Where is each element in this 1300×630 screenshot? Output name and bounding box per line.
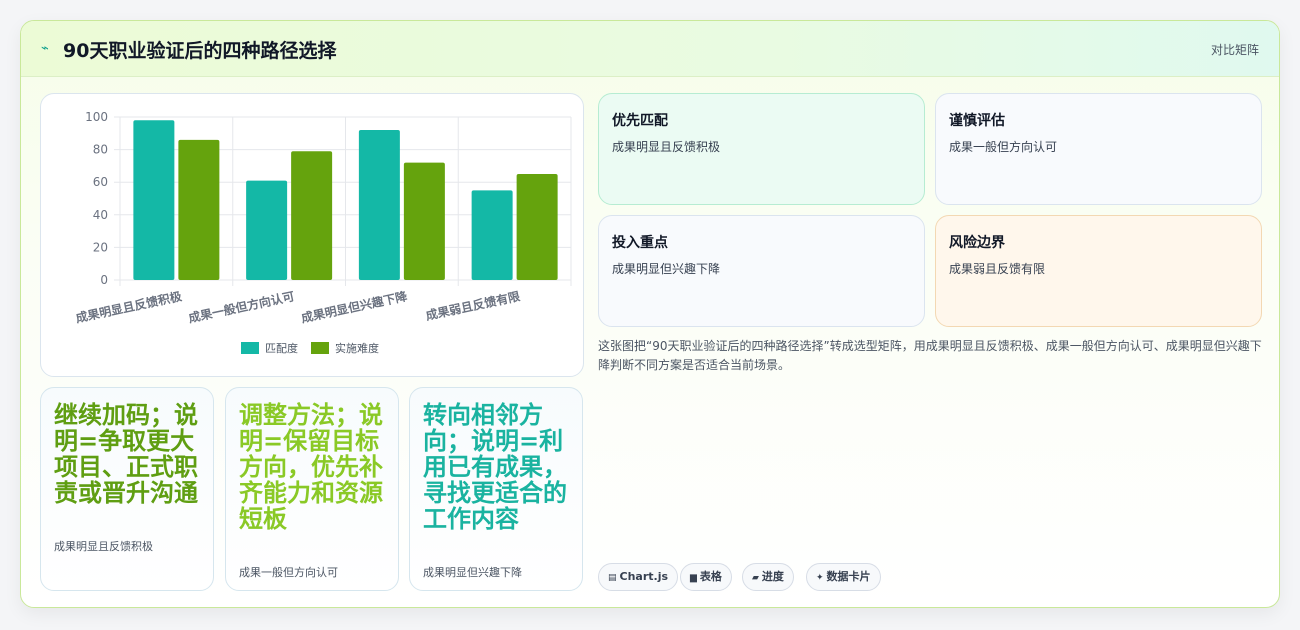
stat-card-continue: 继续加码；说明=争取更大项目、正式职责或晋升沟通 成果明显且反馈积极 bbox=[40, 387, 214, 591]
bar-match bbox=[246, 180, 288, 280]
chip-label: 数据卡片 bbox=[826, 570, 871, 583]
chip-chartjs[interactable]: ▤ Chart.js bbox=[598, 563, 679, 591]
bar-match bbox=[471, 190, 513, 280]
y-tick-label: 20 bbox=[93, 240, 108, 254]
progress-icon: ▰ bbox=[752, 573, 759, 583]
lightning-icon: ⌁ bbox=[41, 41, 49, 56]
legend-swatch bbox=[311, 342, 329, 354]
table-icon: ▆ bbox=[690, 573, 697, 583]
y-tick-label: 80 bbox=[93, 143, 108, 157]
quadrant-invest-focus[interactable]: 投入重点 成果明显但兴趣下降 bbox=[598, 215, 925, 327]
quadrant-desc: 成果弱且反馈有限 bbox=[949, 262, 1046, 276]
stat-card-adjust: 调整方法；说明=保留目标方向，优先补齐能力和资源短板 成果一般但方向认可 bbox=[225, 387, 399, 591]
chip-data-card[interactable]: ✦ 数据卡片 bbox=[806, 563, 881, 591]
bar-match bbox=[358, 130, 400, 280]
stat-value: 转向相邻方向；说明=利用已有成果，寻找更适合的工作内容 bbox=[423, 401, 567, 533]
bar-difficulty bbox=[403, 162, 445, 280]
bar-chart-svg: 0 20 40 60 80 100 成果明显且反馈积极 成果一般但方向认可 成果明显但兴趣下降成… bbox=[74, 110, 572, 355]
main-card: ⌁ 90天职业验证后的四种路径选择 对比矩阵 0 20 40 60 80 100 成果明显且… bbox=[20, 20, 1280, 608]
bar-difficulty bbox=[516, 174, 558, 280]
quadrant-title: 投入重点 bbox=[612, 235, 668, 251]
bar-difficulty bbox=[178, 139, 220, 280]
y-tick-label: 60 bbox=[93, 175, 108, 189]
quadrant-desc: 成果明显且反馈积极 bbox=[612, 140, 721, 154]
chip-label: 表格 bbox=[699, 570, 722, 583]
stat-label: 成果明显且反馈积极 bbox=[54, 540, 153, 553]
quadrant-priority-match[interactable]: 优先匹配 成果明显且反馈积极 bbox=[598, 93, 925, 205]
chip-progress[interactable]: ▰ 进度 bbox=[742, 563, 794, 591]
quadrant-title: 风险边界 bbox=[949, 235, 1005, 251]
stat-label: 成果明显但兴趣下降 bbox=[423, 566, 522, 579]
stat-value: 调整方法；说明=保留目标方向，优先补齐能力和资源短板 bbox=[239, 401, 383, 533]
sparkle-icon: ✦ bbox=[816, 573, 824, 583]
x-tick-label: 成果弱且反馈有限 bbox=[424, 288, 521, 323]
quadrant-desc: 成果一般但方向认可 bbox=[949, 140, 1058, 154]
legend-label: 实施难度 bbox=[335, 341, 379, 355]
quadrant-title: 谨慎评估 bbox=[949, 113, 1005, 129]
bar-match bbox=[133, 120, 175, 280]
chip-label: Chart.js bbox=[619, 570, 669, 583]
quadrant-title: 优先匹配 bbox=[612, 113, 668, 129]
compare-matrix-link[interactable]: 对比矩阵 bbox=[1211, 41, 1259, 58]
page-title: 90天职业验证后的四种路径选择 bbox=[63, 40, 337, 62]
legend-swatch bbox=[241, 342, 259, 354]
chip-label: 进度 bbox=[761, 570, 784, 583]
y-tick-label: 100 bbox=[85, 110, 108, 124]
chart-description: 这张图把“90天职业验证后的四种路径选择”转成选型矩阵，用成果明显且反馈积极、成… bbox=[598, 339, 1262, 372]
stat-card-pivot: 转向相邻方向；说明=利用已有成果，寻找更适合的工作内容 成果明显但兴趣下降 bbox=[409, 387, 583, 591]
bar-chart: 0 20 40 60 80 100 成果明显且反馈积极 成果一般但方向认可 成果明显但兴趣下降成… bbox=[40, 93, 584, 377]
x-tick-label: 成果明显且反馈积极 bbox=[74, 288, 184, 325]
quadrant-risk-boundary[interactable]: 风险边界 成果弱且反馈有限 bbox=[935, 215, 1262, 327]
x-tick-label: 成果明显但兴趣下降 bbox=[300, 288, 410, 325]
legend-label: 匹配度 bbox=[265, 341, 298, 355]
chart-icon: ▤ bbox=[608, 573, 617, 583]
stat-value: 继续加码；说明=争取更大项目、正式职责或晋升沟通 bbox=[54, 401, 198, 507]
quadrant-careful-eval[interactable]: 谨慎评估 成果一般但方向认可 bbox=[935, 93, 1262, 205]
quadrant-desc: 成果明显但兴趣下降 bbox=[612, 262, 721, 276]
x-tick-label: 成果一般但方向认可 bbox=[187, 288, 296, 325]
bar-difficulty bbox=[291, 151, 333, 280]
chip-table[interactable]: ▆ 表格 bbox=[680, 563, 732, 591]
stat-label: 成果一般但方向认可 bbox=[239, 566, 338, 579]
y-tick-label: 0 bbox=[100, 273, 108, 287]
y-tick-label: 40 bbox=[93, 208, 108, 222]
card-header: ⌁ 90天职业验证后的四种路径选择 对比矩阵 bbox=[21, 21, 1279, 77]
